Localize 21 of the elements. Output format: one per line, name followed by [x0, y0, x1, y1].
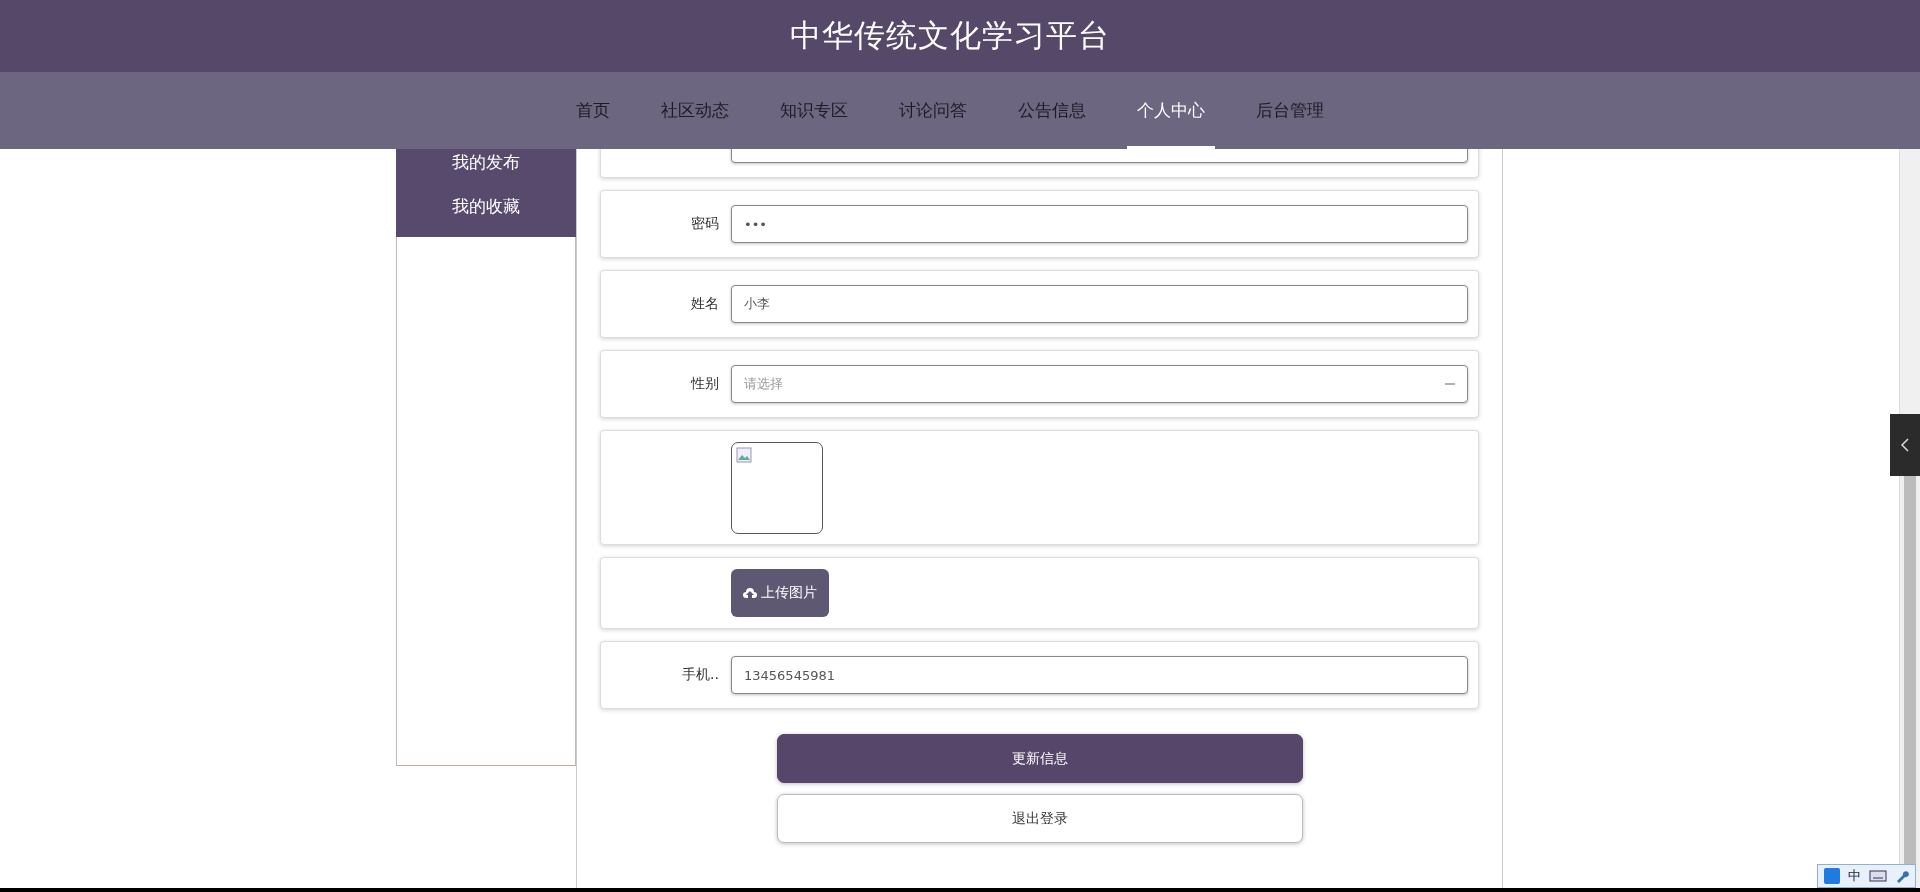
field-label: 密码	[690, 215, 719, 233]
text-field[interactable]: 小李	[731, 285, 1468, 323]
logout-button[interactable]: 退出登录	[776, 794, 1303, 843]
side-panel-toggle[interactable]	[1890, 414, 1920, 476]
ime-language[interactable]: 中	[1848, 867, 1861, 885]
field-label: 手机..	[681, 666, 719, 684]
sidebar-item[interactable]: 我的收藏	[396, 184, 576, 228]
caret-icon	[1445, 381, 1455, 387]
broken-image-icon	[736, 447, 752, 463]
field-label: 性别	[689, 375, 719, 393]
keyboard-icon[interactable]	[1869, 870, 1887, 882]
upload-button[interactable]: 上传图片	[731, 569, 829, 617]
text-field[interactable]: 13456545981	[731, 656, 1468, 694]
field-label: 姓名	[690, 295, 719, 313]
update-button[interactable]: 更新信息	[776, 734, 1303, 783]
site-title: 中华传统文化学习平台	[790, 16, 1110, 55]
chevron-left-icon	[1901, 438, 1909, 452]
cloud-upload-icon	[743, 587, 757, 599]
wrench-icon[interactable]	[1895, 869, 1909, 883]
text-field[interactable]: •••	[731, 205, 1468, 243]
sidebar-item[interactable]: 我的发布	[396, 149, 576, 184]
